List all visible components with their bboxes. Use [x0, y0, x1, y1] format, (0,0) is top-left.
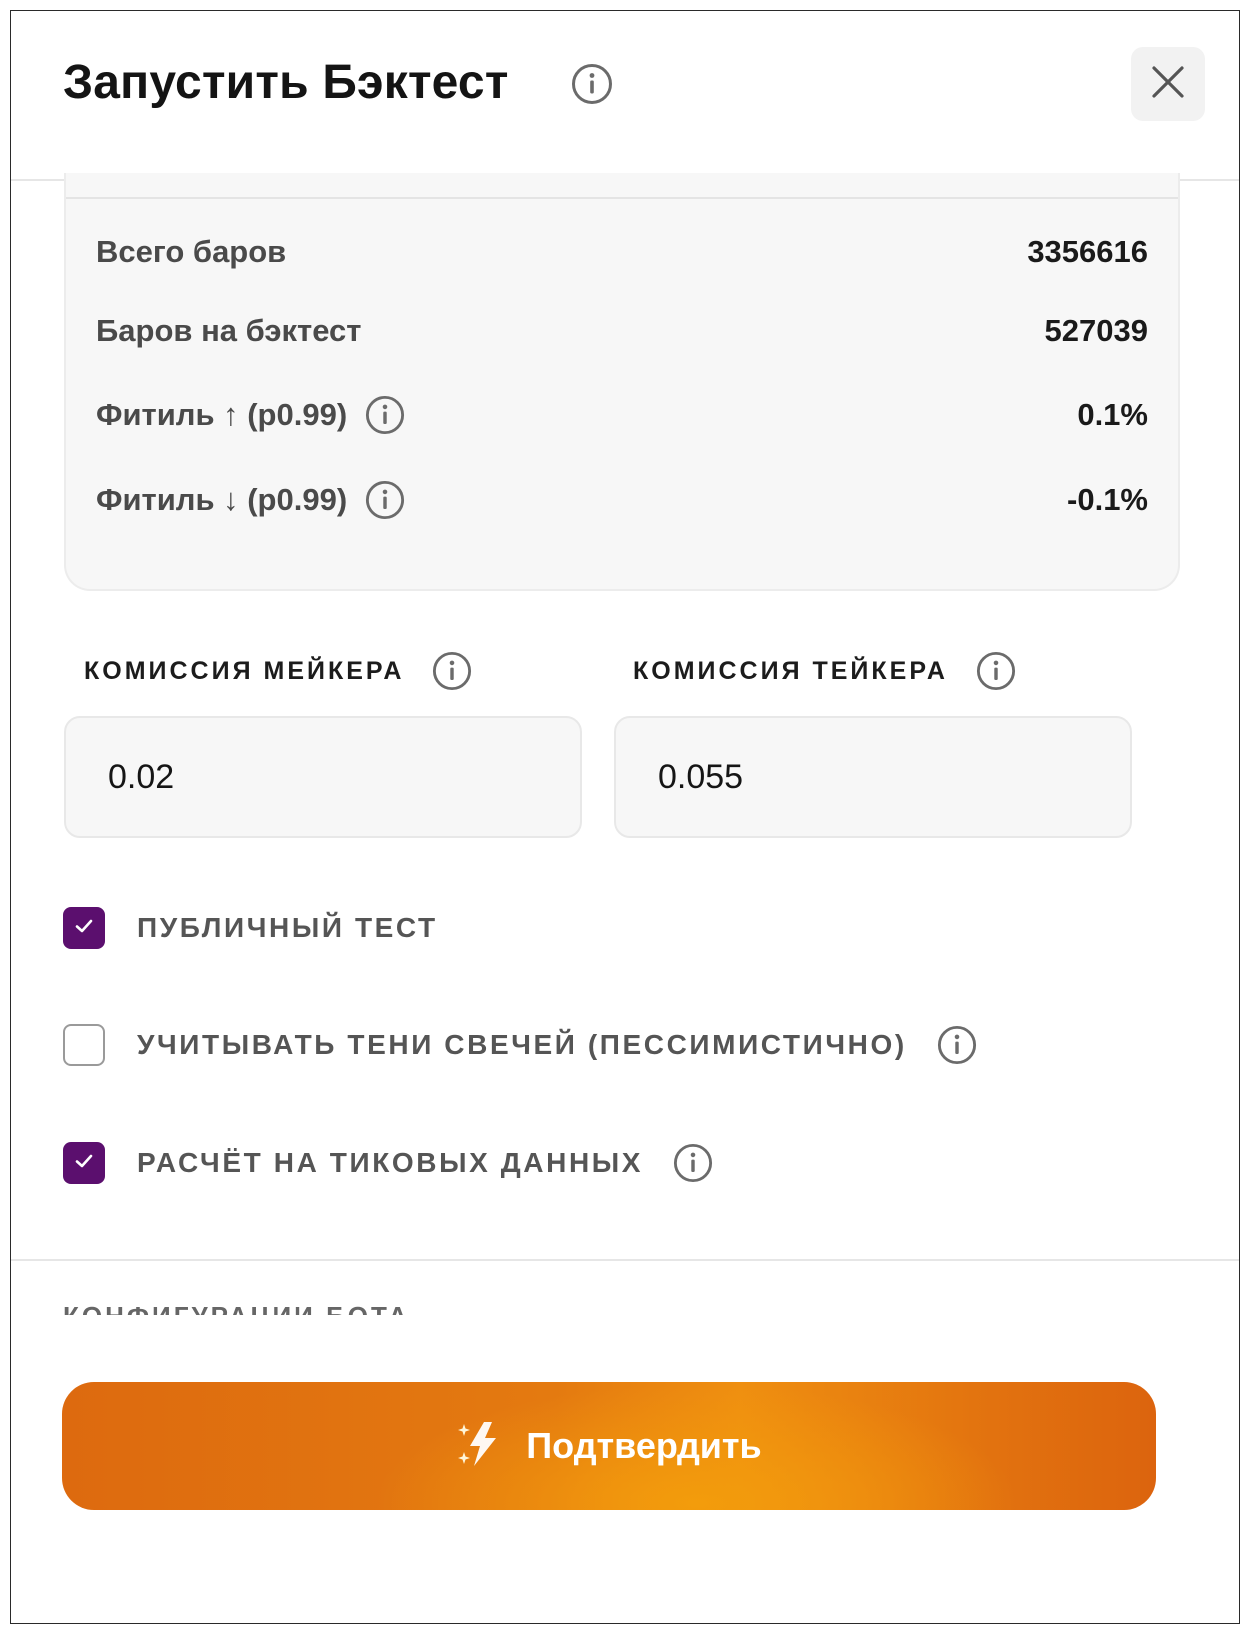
stat-label: Всего баров [96, 234, 287, 269]
maker-fee-label-wrap: КОМИССИЯ МЕЙКЕРА [84, 651, 472, 691]
stat-value: 3356616 [1027, 234, 1148, 269]
tick-data-checkbox[interactable] [63, 1142, 105, 1184]
stat-row-total-bars: Всего баров 3356616 [96, 227, 1148, 277]
option-candle-shadows[interactable]: УЧИТЫВАТЬ ТЕНИ СВЕЧЕЙ (ПЕССИМИСТИЧНО) [63, 1023, 977, 1067]
stat-value: 527039 [1044, 313, 1148, 348]
stat-value: 0.1% [1077, 397, 1148, 432]
taker-fee-label: КОМИССИЯ ТЕЙКЕРА [633, 656, 948, 685]
public-test-checkbox[interactable] [63, 907, 105, 949]
info-icon[interactable] [432, 651, 472, 691]
maker-fee-field-box [64, 716, 582, 838]
stat-row-wick-down: Фитиль ↓ (p0.99) -0.1% [96, 475, 1148, 525]
confirm-button-label: Подтвердить [526, 1425, 762, 1466]
info-icon[interactable] [571, 63, 612, 104]
stat-label-wrap: Фитиль ↓ (p0.99) [96, 480, 405, 520]
stat-row-backtest-bars: Баров на бэктест 527039 [96, 306, 1148, 356]
bars-stats-card: Всего баров 3356616 Баров на бэктест 527… [64, 173, 1180, 591]
option-tick-data[interactable]: РАСЧЁТ НА ТИКОВЫХ ДАННЫХ [63, 1141, 713, 1185]
section-divider [11, 1259, 1239, 1261]
option-label: РАСЧЁТ НА ТИКОВЫХ ДАННЫХ [137, 1147, 644, 1178]
check-icon [72, 914, 96, 943]
option-public-test[interactable]: ПУБЛИЧНЫЙ ТЕСТ [63, 906, 438, 950]
check-icon [72, 1149, 96, 1178]
stat-row-wick-up: Фитиль ↑ (p0.99) 0.1% [96, 390, 1148, 440]
stat-label: Баров на бэктест [96, 313, 362, 348]
info-icon[interactable] [976, 651, 1016, 691]
taker-fee-field-box [614, 716, 1132, 838]
candle-shadows-checkbox[interactable] [63, 1024, 105, 1066]
taker-fee-input[interactable] [616, 718, 1130, 836]
option-label: УЧИТЫВАТЬ ТЕНИ СВЕЧЕЙ (ПЕССИМИСТИЧНО) [137, 1029, 907, 1060]
bot-config-section-label: КОНФИГУРАЦИИ БОТА [63, 1299, 410, 1315]
stat-label-wrap: Фитиль ↑ (p0.99) [96, 395, 405, 435]
taker-fee-label-wrap: КОМИССИЯ ТЕЙКЕРА [633, 651, 1016, 691]
option-label: ПУБЛИЧНЫЙ ТЕСТ [137, 912, 438, 943]
maker-fee-label: КОМИССИЯ МЕЙКЕРА [84, 656, 405, 685]
info-icon[interactable] [937, 1025, 977, 1065]
dialog-title: Запустить Бэктест [63, 56, 509, 109]
info-icon[interactable] [365, 480, 405, 520]
dialog-header: Запустить Бэктест [11, 11, 1239, 181]
backtest-dialog: Запустить Бэктест Всего баров 3356616 Ба… [10, 10, 1240, 1624]
close-button[interactable] [1131, 47, 1205, 121]
card-divider [66, 197, 1178, 199]
stat-label: Фитиль ↑ (p0.99) [96, 397, 348, 432]
confirm-button[interactable]: Подтвердить [62, 1382, 1156, 1510]
close-icon [1151, 65, 1185, 104]
maker-fee-input[interactable] [66, 718, 580, 836]
info-icon[interactable] [365, 395, 405, 435]
info-icon[interactable] [673, 1143, 713, 1183]
stat-label: Фитиль ↓ (p0.99) [96, 482, 348, 517]
sparkle-bolt-icon [456, 1418, 502, 1475]
stat-value: -0.1% [1067, 482, 1148, 517]
